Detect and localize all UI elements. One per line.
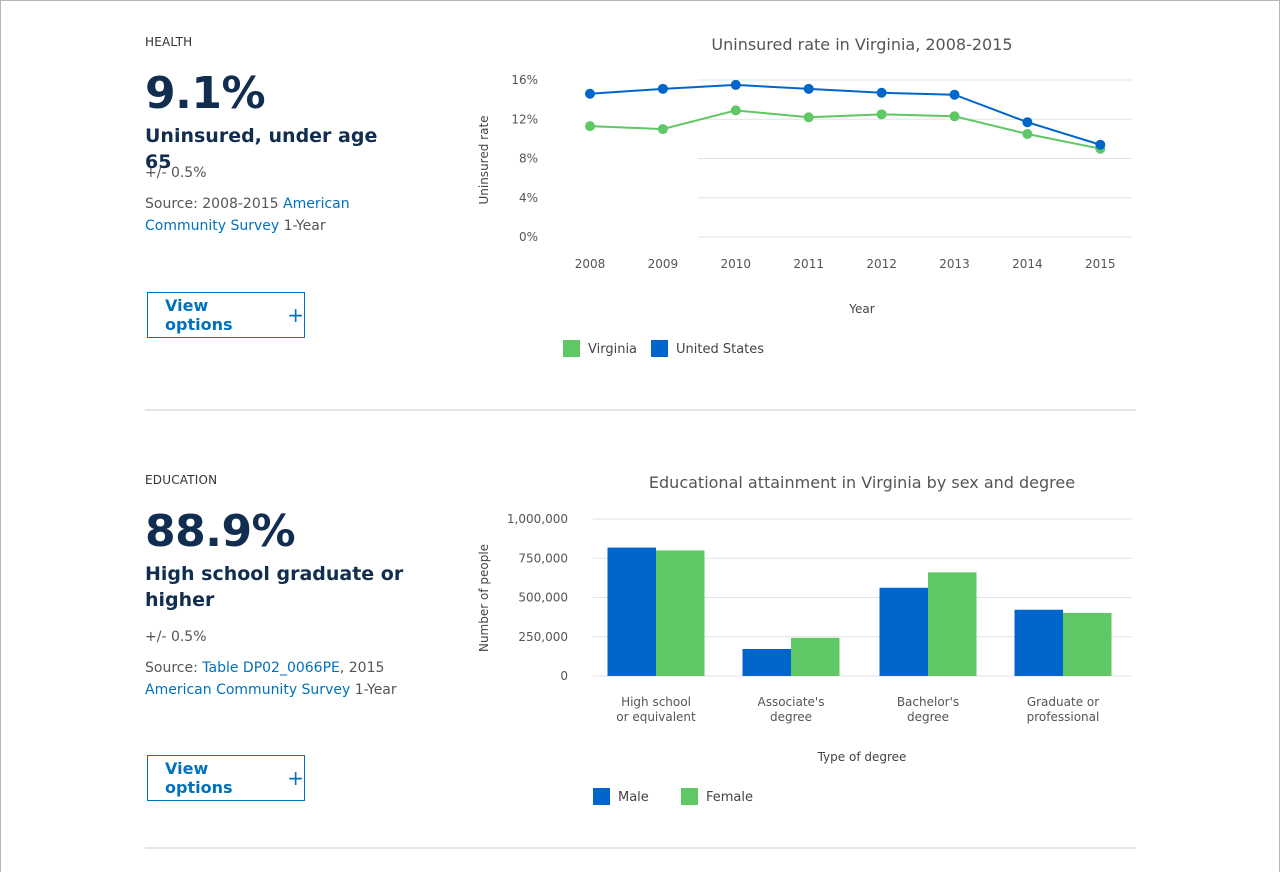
bar (742, 648, 791, 676)
source-note: Source: 2008-2015 American Community Sur… (145, 193, 415, 237)
data-point (1095, 139, 1106, 150)
data-point (730, 79, 741, 90)
chart-title: Uninsured rate in Virginia, 2008-2015 (711, 35, 1012, 54)
data-point (657, 83, 668, 94)
x-tick-label: 2014 (1012, 257, 1043, 271)
legend-label: Female (706, 790, 753, 805)
stat-value: 9.1% (145, 68, 266, 119)
legend-swatch (593, 788, 610, 805)
source-prefix: Source: (145, 660, 203, 676)
bar (928, 572, 977, 676)
legend-label: Virginia (588, 342, 637, 357)
source-suffix: 1-Year (350, 682, 397, 698)
data-point (949, 89, 960, 100)
bar (607, 547, 656, 676)
source-table-link[interactable]: Table DP02_0066PE (202, 660, 340, 676)
legend-label: United States (676, 342, 764, 357)
x-tick-label: Associate's (758, 695, 825, 709)
data-point (1022, 128, 1033, 139)
section-kicker: EDUCATION (145, 473, 218, 487)
y-tick-label: 0% (519, 230, 538, 244)
x-tick-label: Graduate or (1027, 695, 1099, 709)
x-axis-label: Year (848, 302, 874, 316)
x-tick-label: or equivalent (616, 710, 696, 724)
source-mid: , 2015 (339, 660, 385, 676)
y-tick-label: 12% (511, 112, 538, 126)
educational-attainment-chart: Educational attainment in Virginia by se… (477, 473, 1132, 805)
bar (656, 550, 705, 676)
stat-label: High school graduate or higher (145, 563, 404, 611)
data-point (803, 112, 814, 123)
bar (1063, 612, 1112, 676)
bar (791, 637, 840, 676)
education-section: EDUCATION 88.9% High school graduate or … (145, 438, 1136, 849)
bar (879, 587, 928, 676)
x-tick-label: professional (1027, 710, 1100, 724)
view-options-label: View options (165, 296, 233, 334)
y-tick-label: 16% (511, 73, 538, 87)
x-tick-label: 2009 (648, 257, 679, 271)
x-tick-label: 2010 (721, 257, 752, 271)
y-tick-label: 1,000,000 (507, 512, 568, 526)
y-tick-label: 0 (560, 669, 568, 683)
legend-swatch (563, 340, 580, 357)
bar (1014, 609, 1063, 676)
data-point (876, 87, 887, 98)
data-point (949, 111, 960, 122)
x-axis-label: Type of degree (817, 750, 907, 764)
legend-label: Male (618, 790, 649, 805)
source-suffix: 1-Year (279, 218, 326, 234)
x-tick-label: degree (770, 710, 812, 724)
data-point (657, 124, 668, 135)
source-prefix: Source: 2008-2015 (145, 196, 284, 212)
section-divider (145, 847, 1136, 849)
data-point (803, 83, 814, 94)
data-point (876, 109, 887, 120)
y-tick-label: 500,000 (518, 591, 568, 605)
section-divider (145, 409, 1136, 411)
x-tick-label: 2008 (575, 257, 606, 271)
margin-of-error: +/- 0.5% (145, 629, 207, 645)
health-section: HEALTH 9.1% Uninsured, under age 65 +/- … (145, 0, 1136, 411)
data-point (730, 105, 741, 116)
x-tick-label: degree (907, 710, 949, 724)
section-kicker: HEALTH (145, 35, 193, 49)
view-options-button[interactable]: View options + (147, 292, 305, 338)
legend-swatch (651, 340, 668, 357)
y-tick-label: 4% (519, 191, 538, 205)
view-options-label: View options (165, 759, 233, 797)
y-tick-label: 8% (519, 152, 538, 166)
data-point (1022, 117, 1033, 128)
y-axis-label: Number of people (477, 544, 491, 652)
stat-value: 88.9% (145, 506, 296, 557)
y-tick-label: 750,000 (518, 551, 568, 565)
x-tick-label: High school (621, 695, 691, 709)
x-tick-label: 2011 (793, 257, 824, 271)
plus-icon: + (287, 303, 304, 327)
y-tick-label: 250,000 (518, 630, 568, 644)
source-link[interactable]: American Community Survey (145, 682, 350, 698)
y-axis-label: Uninsured rate (477, 115, 491, 204)
x-tick-label: 2015 (1085, 257, 1116, 271)
chart-title: Educational attainment in Virginia by se… (649, 473, 1075, 492)
data-point (585, 88, 595, 99)
uninsured-rate-chart: Uninsured rate in Virginia, 2008-2015 0% 4… (477, 35, 1132, 357)
x-tick-label: Bachelor's (897, 695, 959, 709)
x-tick-label: 2012 (866, 257, 897, 271)
legend-swatch (681, 788, 698, 805)
source-note: Source: Table DP02_0066PE, 2015 American… (145, 657, 415, 701)
plus-icon: + (287, 766, 304, 790)
margin-of-error: +/- 0.5% (145, 165, 207, 181)
data-point (585, 121, 595, 132)
x-tick-label: 2013 (939, 257, 970, 271)
view-options-button[interactable]: View options + (147, 755, 305, 801)
